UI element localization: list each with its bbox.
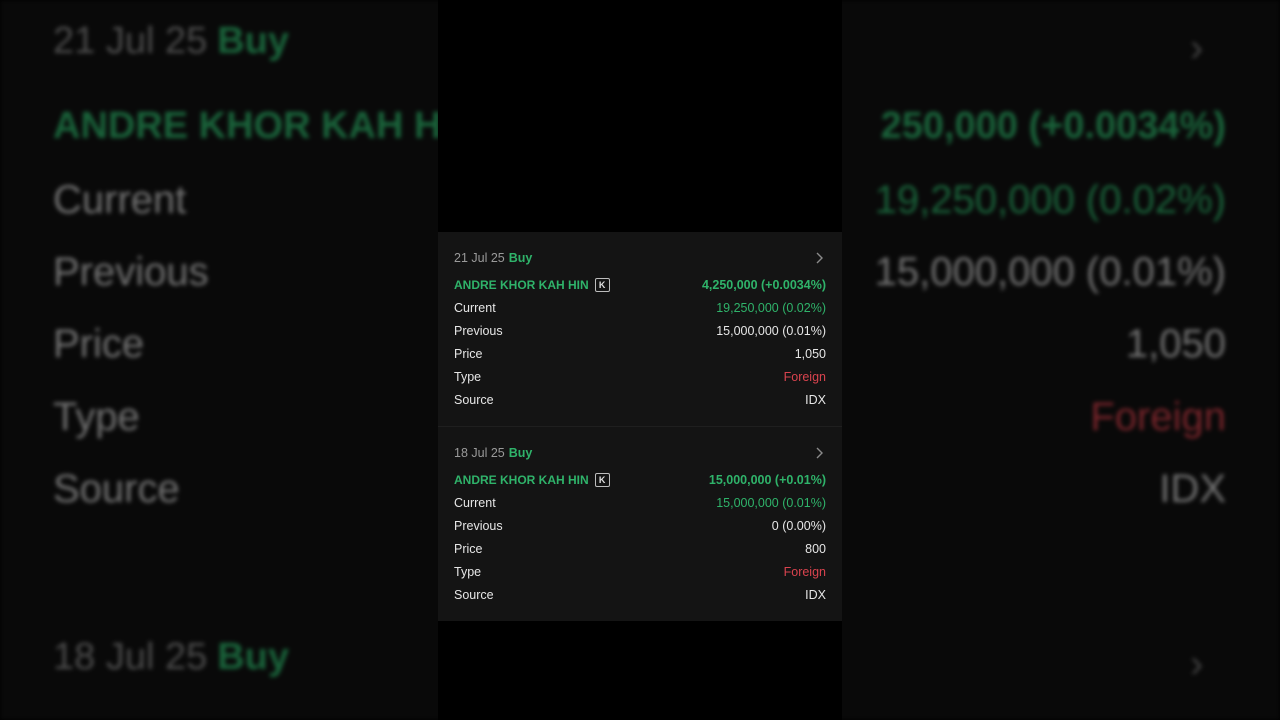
- bg-label-type: Type: [53, 395, 140, 439]
- holder-name: ANDRE KHOR KAH HIN: [454, 277, 589, 292]
- source-label: Source: [454, 392, 494, 407]
- bg-value-type: Foreign: [1090, 395, 1226, 439]
- transaction-action: Buy: [508, 251, 533, 265]
- bg-label-source: Source: [53, 467, 180, 511]
- source-row: Source IDX: [454, 583, 826, 606]
- holder-row: ANDRE KHOR KAH HIN K 15,000,000 (+0.01%): [454, 468, 826, 491]
- bg-chevron-right-icon: ›: [1190, 26, 1204, 70]
- bg-date-2: 18 Jul 25 Buy: [53, 636, 290, 678]
- current-value: 19,250,000 (0.02%): [716, 300, 826, 315]
- type-label: Type: [454, 369, 482, 384]
- bg-change: 250,000 (+0.0034%): [880, 105, 1226, 147]
- bg-value-price: 1,050: [1125, 322, 1226, 366]
- current-label: Current: [454, 300, 496, 315]
- source-label: Source: [454, 587, 494, 602]
- source-value: IDX: [805, 587, 826, 602]
- transaction-card[interactable]: 18 Jul 25 Buy ANDRE KHOR KAH HIN K 15,00…: [438, 441, 842, 606]
- transaction-header[interactable]: 21 Jul 25 Buy: [454, 246, 826, 270]
- source-row: Source IDX: [454, 388, 826, 411]
- current-row: Current 15,000,000 (0.01%): [454, 491, 826, 514]
- bg-holder-name: ANDRE KHOR KAH HI: [53, 105, 452, 147]
- holder-type-badge: K: [594, 472, 610, 487]
- type-value: Foreign: [783, 369, 826, 384]
- transactions-panel: 21 Jul 25 Buy ANDRE KHOR KAH HIN K 4,250…: [438, 232, 842, 621]
- type-label: Type: [454, 564, 482, 579]
- card-divider: [438, 426, 842, 427]
- transaction-header[interactable]: 18 Jul 25 Buy: [454, 441, 826, 465]
- holder-row: ANDRE KHOR KAH HIN K 4,250,000 (+0.0034%…: [454, 273, 826, 296]
- price-value: 1,050: [794, 346, 826, 361]
- holding-change: 4,250,000 (+0.0034%): [701, 277, 826, 292]
- price-row: Price 800: [454, 537, 826, 560]
- previous-row: Previous 15,000,000 (0.01%): [454, 319, 826, 342]
- previous-row: Previous 0 (0.00%): [454, 514, 826, 537]
- transaction-date: 18 Jul 25: [454, 446, 505, 460]
- previous-label: Previous: [454, 518, 503, 533]
- previous-label: Previous: [454, 323, 503, 338]
- transaction-card[interactable]: 21 Jul 25 Buy ANDRE KHOR KAH HIN K 4,250…: [438, 246, 842, 411]
- previous-value: 15,000,000 (0.01%): [716, 323, 826, 338]
- type-row: Type Foreign: [454, 365, 826, 388]
- holder-type-badge: K: [594, 277, 610, 292]
- price-label: Price: [454, 541, 483, 556]
- current-row: Current 19,250,000 (0.02%): [454, 296, 826, 319]
- type-row: Type Foreign: [454, 560, 826, 583]
- bg-chevron-right-icon-2: ›: [1190, 642, 1204, 686]
- transaction-date: 21 Jul 25: [454, 251, 505, 265]
- holder-name: ANDRE KHOR KAH HIN: [454, 472, 589, 487]
- price-value: 800: [805, 541, 826, 556]
- chevron-right-icon[interactable]: [812, 251, 826, 265]
- bg-date: 21 Jul 25 Buy: [53, 20, 290, 62]
- bg-value-source: IDX: [1159, 467, 1226, 511]
- current-label: Current: [454, 495, 496, 510]
- price-label: Price: [454, 346, 483, 361]
- transaction-action: Buy: [508, 446, 533, 460]
- bg-value-previous: 15,000,000 (0.01%): [874, 250, 1226, 294]
- bg-label-price: Price: [53, 322, 145, 366]
- type-value: Foreign: [783, 564, 826, 579]
- chevron-right-icon[interactable]: [812, 446, 826, 460]
- holding-change: 15,000,000 (+0.01%): [708, 472, 826, 487]
- bg-value-current: 19,250,000 (0.02%): [874, 178, 1226, 222]
- previous-value: 0 (0.00%): [771, 518, 826, 533]
- bg-label-current: Current: [53, 178, 187, 222]
- source-value: IDX: [805, 392, 826, 407]
- current-value: 15,000,000 (0.01%): [716, 495, 826, 510]
- bg-label-previous: Previous: [53, 250, 209, 294]
- price-row: Price 1,050: [454, 342, 826, 365]
